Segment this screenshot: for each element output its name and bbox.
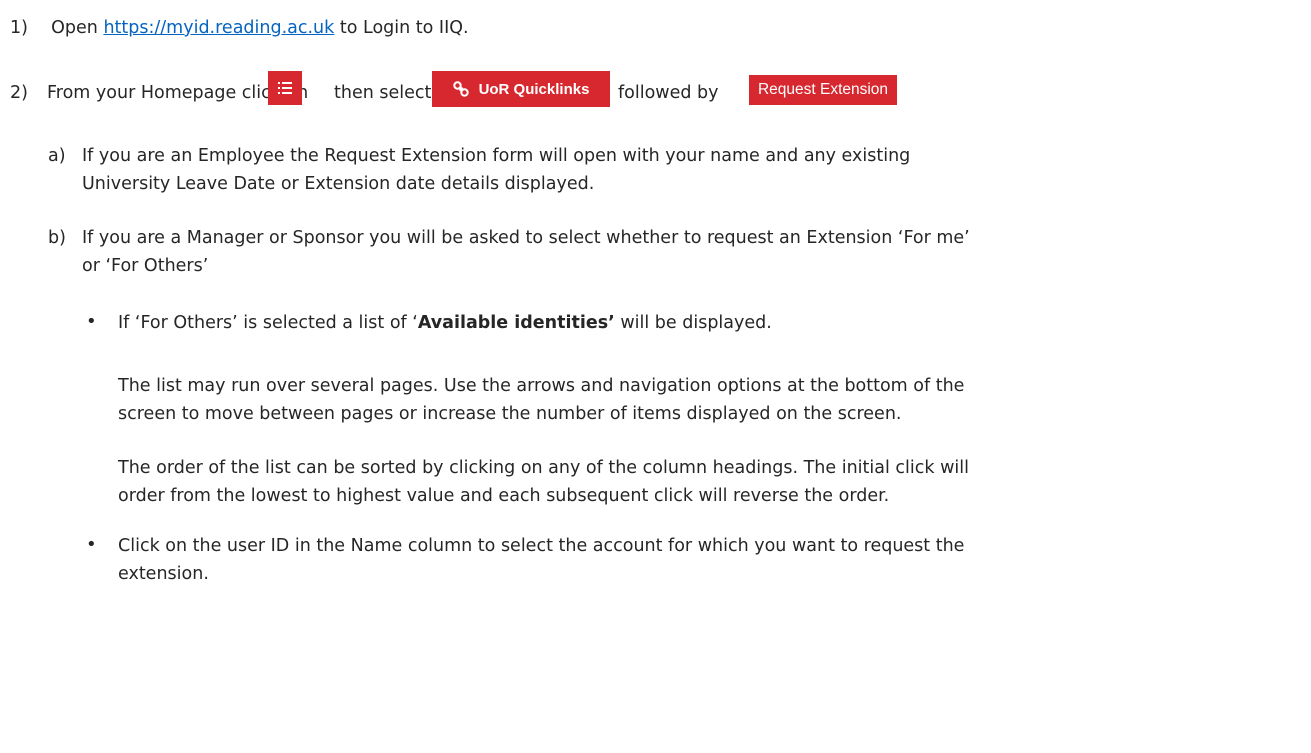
request-extension-button[interactable]: Request Extension <box>749 75 897 105</box>
paragraph-sorting: The order of the list can be sorted by c… <box>118 454 969 510</box>
paragraph-sorting-line-1: The order of the list can be sorted by c… <box>118 458 969 478</box>
paragraph-sorting-line-2: order from the lowest to highest value a… <box>118 486 890 506</box>
step-2-text-2: then select <box>334 83 432 103</box>
step-1-open-text: Open <box>51 18 98 38</box>
bullet-1-pre: If ‘For Others’ is selected a list of ‘ <box>118 313 418 333</box>
sub-b-text: If you are a Manager or Sponsor you will… <box>82 224 970 280</box>
link-chain-icon <box>452 81 469 97</box>
bullet-1-post: will be displayed. <box>614 313 772 333</box>
request-extension-label: Request Extension <box>757 81 889 98</box>
paragraph-pages: The list may run over several pages. Use… <box>118 372 964 428</box>
bullet-2-line-1: Click on the user ID in the Name column … <box>118 536 965 556</box>
sub-b-line-2: or ‘For Others’ <box>82 256 209 276</box>
step-2-text-3: followed by <box>618 83 719 103</box>
step-2-number: 2) <box>10 83 28 103</box>
paragraph-pages-line-1: The list may run over several pages. Use… <box>118 376 965 396</box>
bullet-2-text: Click on the user ID in the Name column … <box>118 532 964 588</box>
document: 1) Open https://myid.reading.ac.uk to Lo… <box>0 0 1311 753</box>
sub-a-letter: a) <box>48 146 66 166</box>
sub-a-text: If you are an Employee the Request Exten… <box>82 142 910 198</box>
menu-button[interactable] <box>268 71 302 105</box>
step-1: 1) Open https://myid.reading.ac.uk to Lo… <box>10 18 469 38</box>
bullet-1-bold: Available identities’ <box>417 313 615 333</box>
sub-a-line-2: University Leave Date or Extension date … <box>82 174 595 194</box>
myid-link[interactable]: https://myid.reading.ac.uk <box>103 18 334 38</box>
bullet-marker-1: • <box>86 311 97 332</box>
sub-b-letter: b) <box>48 228 66 248</box>
bullet-marker-2: • <box>86 534 97 555</box>
sub-a-line-1: If you are an Employee the Request Exten… <box>82 146 911 166</box>
step-1-number: 1) <box>10 18 28 38</box>
uor-quicklinks-button[interactable]: UoR Quicklinks <box>432 71 610 107</box>
bullet-2-line-2: extension. <box>118 564 209 584</box>
sub-b-line-1: If you are a Manager or Sponsor you will… <box>82 228 970 248</box>
paragraph-pages-line-2: screen to move between pages or increase… <box>118 404 902 424</box>
bullet-1-text: If ‘For Others’ is selected a list of ‘A… <box>118 313 772 333</box>
step-1-rest-text: to Login to IIQ. <box>339 18 469 38</box>
list-menu-icon <box>278 82 292 94</box>
uor-quicklinks-label: UoR Quicklinks <box>478 80 590 98</box>
